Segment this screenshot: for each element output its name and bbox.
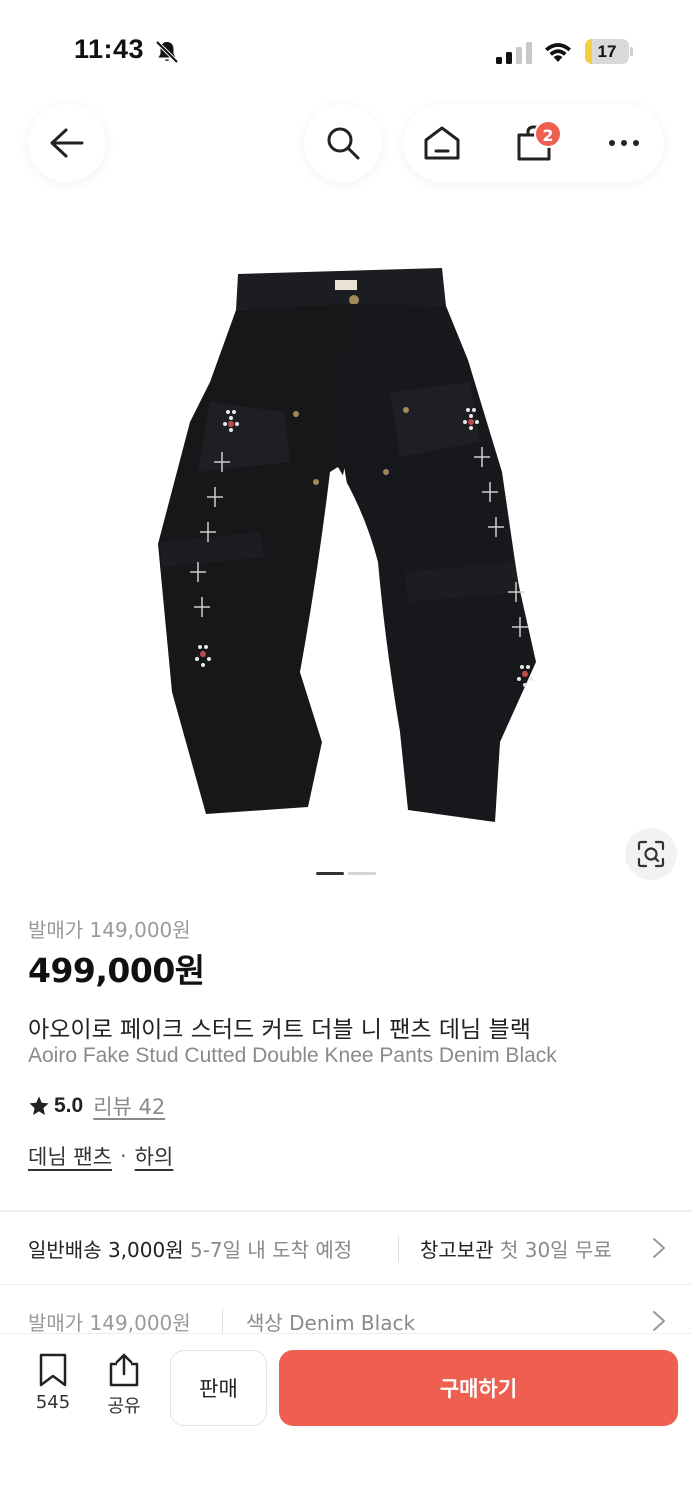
pagination-dot (348, 872, 376, 875)
review-link[interactable]: 리뷰 42 (93, 1091, 165, 1121)
product-image[interactable] (150, 262, 545, 822)
back-button[interactable] (28, 104, 106, 182)
signal-icon (496, 42, 532, 64)
category-link[interactable]: 데님 팬츠 (28, 1141, 112, 1171)
search-icon (327, 127, 360, 160)
bottom-action-bar: 545 공유 판매 구매하기 (0, 1333, 692, 1500)
more-icon (609, 140, 639, 146)
bookmark-button[interactable]: 545 (28, 1352, 78, 1422)
status-time: 11:43 (74, 34, 145, 64)
storage-info: 창고보관 첫 30일 무료 (420, 1234, 612, 1263)
sell-button[interactable]: 판매 (170, 1350, 267, 1426)
image-pagination (316, 872, 376, 876)
storage-sub: 첫 30일 무료 (499, 1238, 612, 1262)
bookmark-icon (39, 1353, 67, 1387)
shipping-separator (398, 1236, 399, 1262)
battery-icon: 17 (585, 39, 633, 64)
search-button[interactable] (304, 104, 382, 182)
home-icon (424, 126, 460, 160)
shipping-row[interactable]: 일반배송 3,000원 5-7일 내 도착 예정 창고보관 첫 30일 무료 (0, 1212, 692, 1284)
buy-button[interactable]: 구매하기 (279, 1350, 678, 1426)
category-row: 데님 팬츠 · 하의 (28, 1142, 173, 1170)
rating-value: 5.0 (54, 1094, 84, 1117)
shipping-info: 일반배송 3,000원 5-7일 내 도착 예정 (28, 1234, 352, 1263)
cart-count-badge: 2 (534, 120, 562, 148)
back-arrow-icon (50, 128, 84, 158)
star-icon (29, 1096, 49, 1115)
bell-off-icon (155, 40, 179, 64)
product-title-korean: 아오이로 페이크 스터드 커트 더블 니 팬츠 데님 블랙 (28, 1017, 531, 1043)
home-button[interactable] (407, 104, 477, 182)
shipping-eta: 5-7일 내 도착 예정 (189, 1238, 353, 1262)
status-bar: 11:43 17 (0, 0, 692, 100)
image-search-button[interactable] (625, 828, 677, 880)
storage-main: 창고보관 (420, 1238, 494, 1262)
option-separator (222, 1309, 223, 1333)
subcategory-link[interactable]: 하의 (135, 1141, 174, 1171)
wifi-icon (545, 43, 571, 62)
product-price: 499,000원 (28, 951, 205, 990)
bookmark-count: 545 (35, 1392, 71, 1413)
category-separator: · (119, 1144, 127, 1168)
more-button[interactable] (589, 104, 659, 182)
share-button[interactable]: 공유 (99, 1352, 149, 1422)
nav-actions: 2 (403, 104, 664, 182)
share-label: 공유 (107, 1396, 141, 1417)
rating-row: 5.0 리뷰 42 (28, 1092, 165, 1120)
option-release-price: 발매가 149,000원 (28, 1311, 191, 1335)
share-icon (109, 1353, 139, 1387)
shipping-main: 일반배송 3,000원 (28, 1238, 184, 1262)
chevron-right-icon (653, 1311, 665, 1331)
option-color: 색상 Denim Black (246, 1311, 416, 1335)
lens-icon (637, 840, 665, 868)
pagination-dot-active (316, 872, 344, 875)
product-title-english: Aoiro Fake Stud Cutted Double Knee Pants… (28, 1044, 557, 1067)
chevron-right-icon (653, 1238, 665, 1258)
battery-percent: 17 (597, 42, 617, 61)
release-price: 발매가 149,000원 (28, 918, 191, 942)
